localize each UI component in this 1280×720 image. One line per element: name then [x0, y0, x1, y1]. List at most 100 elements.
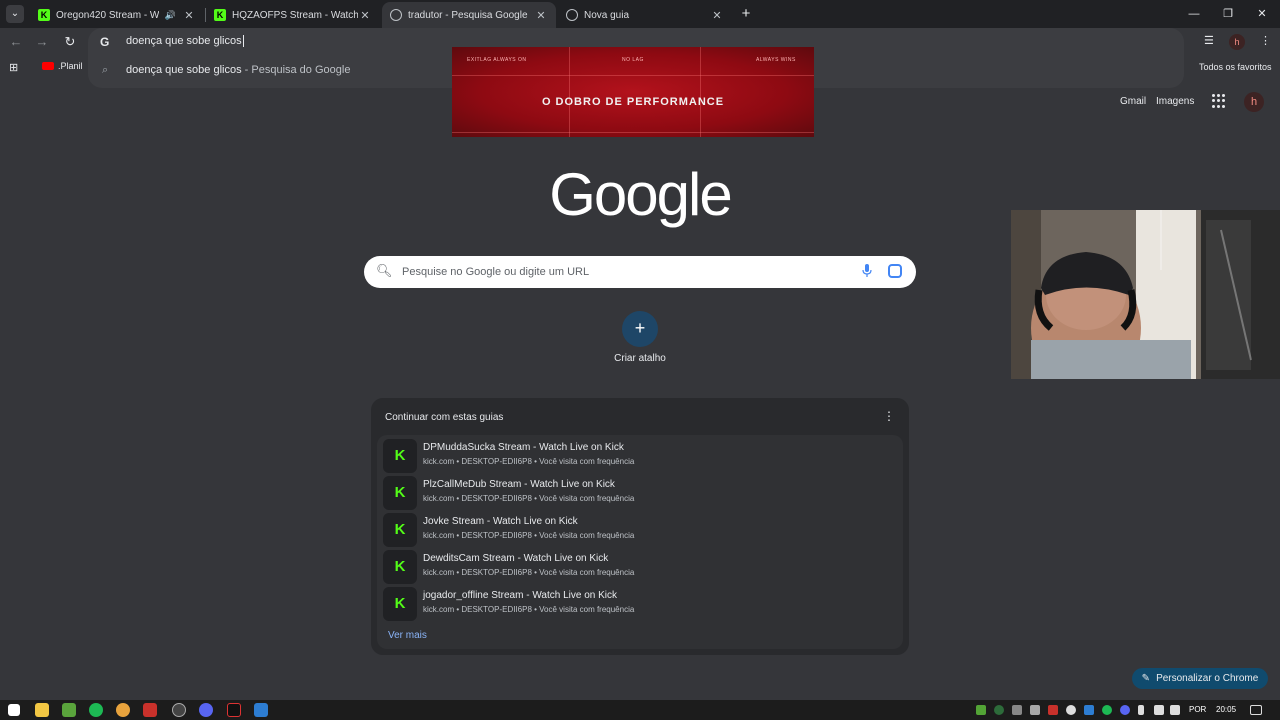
ad-tag: ALWAYS WINS	[756, 57, 796, 63]
ad-headline: O DOBRO DE PERFORMANCE	[541, 96, 725, 108]
webcam-person-image	[1011, 210, 1280, 379]
discord-tray-icon[interactable]	[1120, 705, 1130, 715]
nvidia-icon[interactable]	[62, 703, 76, 717]
item-title: DPMuddaSucka Stream - Watch Live on Kick	[423, 442, 624, 453]
tray-icon[interactable]	[1084, 705, 1094, 715]
google-icon	[390, 9, 402, 21]
item-meta: kick.com • DESKTOP-EDII6P8 • Você visita…	[423, 457, 635, 466]
spotify-tray-icon[interactable]	[1102, 705, 1112, 715]
tab-title: Nova guia	[584, 9, 630, 21]
tray-icon[interactable]	[1030, 705, 1040, 715]
youtube-icon	[42, 62, 54, 70]
volume-icon[interactable]	[1170, 705, 1180, 715]
tab-search-button[interactable]: ⌄	[6, 5, 24, 23]
kick-icon: K	[383, 587, 417, 621]
close-icon[interactable]: ✕	[534, 9, 548, 22]
account-avatar[interactable]: h	[1244, 92, 1264, 112]
new-tab-button[interactable]: +	[738, 6, 754, 22]
all-bookmarks[interactable]: Todos os favoritos	[1199, 62, 1272, 72]
tab-nova-guia[interactable]: Nova guia ✕	[558, 2, 732, 28]
spotify-icon[interactable]	[89, 703, 103, 717]
close-window-button[interactable]: ✕	[1254, 6, 1270, 22]
microphone-icon[interactable]	[862, 264, 872, 278]
speaker-icon[interactable]: 🔊	[165, 10, 176, 21]
close-icon[interactable]: ✕	[358, 9, 372, 22]
obs-icon[interactable]	[172, 703, 186, 717]
app-icon[interactable]	[254, 703, 268, 717]
omnibox-suggestion[interactable]: doença que sobe glicos - Pesquisa do Goo…	[126, 64, 350, 76]
chrome-icon[interactable]	[116, 703, 130, 717]
list-item[interactable]: K jogador_offline Stream - Watch Live on…	[383, 585, 897, 621]
ad-tag: EXITLAG ALWAYS ON	[467, 57, 527, 63]
reload-button[interactable]: ↻	[62, 34, 78, 50]
more-options-icon[interactable]: ⋮	[883, 409, 895, 423]
continue-tabs-card: Continuar com estas guias ⋮ K DPMuddaSuc…	[371, 398, 909, 655]
gmail-link[interactable]: Gmail	[1120, 96, 1146, 107]
tab-tradutor[interactable]: tradutor - Pesquisa Google ✕	[382, 2, 556, 28]
search-input[interactable]	[402, 262, 842, 282]
network-icon[interactable]	[1154, 705, 1164, 715]
see-more-link[interactable]: Ver mais	[388, 630, 427, 641]
file-explorer-icon[interactable]	[35, 703, 49, 717]
minimize-button[interactable]: —	[1186, 6, 1202, 22]
item-title: jogador_offline Stream - Watch Live on K…	[423, 590, 617, 601]
kick-icon: K	[383, 476, 417, 510]
microphone-icon[interactable]	[1138, 705, 1144, 715]
tab-oregon420[interactable]: K Oregon420 Stream - Watch 🔊 ✕	[30, 2, 204, 28]
ad-grid-line	[569, 47, 570, 137]
tray-icon[interactable]	[1012, 705, 1022, 715]
tray-icon[interactable]	[994, 705, 1004, 715]
tray-icon[interactable]	[1048, 705, 1058, 715]
list-item[interactable]: K Jovke Stream - Watch Live on Kick kick…	[383, 511, 897, 547]
forward-button[interactable]: →	[34, 34, 50, 50]
add-shortcut-label: Criar atalho	[614, 353, 666, 364]
webcam-overlay	[1011, 210, 1280, 379]
google-icon: G	[100, 35, 110, 49]
ad-grid-line	[452, 132, 814, 133]
kick-icon: K	[383, 550, 417, 584]
ad-grid-line	[452, 75, 814, 76]
discord-icon[interactable]	[199, 703, 213, 717]
customize-chrome-button[interactable]: ✎ Personalizar o Chrome	[1132, 668, 1268, 689]
notifications-icon[interactable]	[1250, 705, 1262, 715]
windows-start-icon[interactable]	[8, 704, 20, 716]
item-meta: kick.com • DESKTOP-EDII6P8 • Você visita…	[423, 568, 635, 577]
search-icon: 🔍︎	[376, 263, 393, 278]
suggestion-suffix: - Pesquisa do Google	[244, 64, 351, 76]
kick-icon: K	[38, 9, 50, 21]
ad-tag: NO LAG	[622, 57, 644, 63]
suggestion-query: doença que sobe glicos	[126, 64, 242, 76]
tray-icon[interactable]	[1066, 705, 1076, 715]
apps-icon[interactable]: ⊞	[9, 61, 18, 74]
images-link[interactable]: Imagens	[1156, 96, 1194, 107]
address-bar[interactable]: doença que sobe glicos	[126, 35, 244, 48]
tab-strip: ⌄ K Oregon420 Stream - Watch 🔊 ✕ K HQZAO…	[0, 0, 1280, 28]
tray-icon[interactable]	[976, 705, 986, 715]
clock[interactable]: 20:05	[1216, 705, 1236, 714]
item-title: DewditsCam Stream - Watch Live on Kick	[423, 553, 609, 564]
google-lens-icon[interactable]	[888, 264, 902, 278]
item-meta: kick.com • DESKTOP-EDII6P8 • Você visita…	[423, 494, 635, 503]
bookmark-label: .Planil	[58, 61, 83, 71]
back-button[interactable]: ←	[8, 34, 24, 50]
item-title: Jovke Stream - Watch Live on Kick	[423, 516, 578, 527]
chrome-menu-icon[interactable]: ⋮	[1260, 34, 1271, 47]
app-icon[interactable]	[143, 703, 157, 717]
tab-hqzaofps[interactable]: K HQZAOFPS Stream - Watch Live ✕	[206, 2, 380, 28]
tab-search-icon[interactable]: ☰	[1204, 34, 1214, 47]
list-item[interactable]: K PlzCallMeDub Stream - Watch Live on Ki…	[383, 474, 897, 510]
maximize-button[interactable]: ❐	[1220, 6, 1236, 22]
language-indicator[interactable]: POR	[1189, 705, 1206, 714]
close-icon[interactable]: ✕	[710, 9, 724, 22]
list-item[interactable]: K DewditsCam Stream - Watch Live on Kick…	[383, 548, 897, 584]
card-title: Continuar com estas guias	[385, 412, 504, 423]
bookmark-planilha[interactable]: .Planil	[42, 61, 83, 71]
google-apps-icon[interactable]	[1212, 94, 1226, 108]
close-icon[interactable]: ✕	[182, 9, 196, 22]
search-box[interactable]: 🔍︎	[364, 256, 916, 288]
profile-avatar[interactable]: h	[1229, 34, 1245, 50]
kick-app-icon[interactable]	[227, 703, 241, 717]
text-caret	[242, 35, 244, 48]
list-item[interactable]: K DPMuddaSucka Stream - Watch Live on Ki…	[383, 437, 897, 473]
add-shortcut-button[interactable]: +	[622, 311, 658, 347]
